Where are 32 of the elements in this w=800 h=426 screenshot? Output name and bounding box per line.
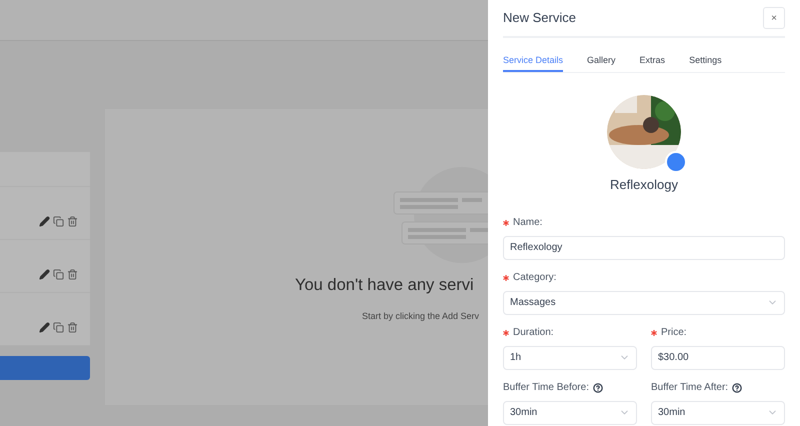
trash-icon[interactable] (67, 216, 78, 227)
field-label: Buffer Time After: (651, 381, 728, 395)
select-field[interactable]: 1h (503, 346, 637, 370)
empty-state-subtitle: Start by clicking the Add Serv (362, 310, 480, 323)
tab[interactable]: Extras (640, 38, 666, 72)
pencil-icon[interactable] (39, 322, 50, 333)
field-label: Category: (513, 271, 556, 285)
input-field[interactable]: $30.00 (651, 346, 785, 370)
tab[interactable]: Settings (689, 38, 722, 72)
select-field[interactable]: Massages (503, 290, 785, 314)
select-field[interactable]: 30min (651, 400, 785, 424)
service-name: Reflexology (610, 176, 678, 194)
copy-icon[interactable] (53, 322, 64, 333)
close-button[interactable]: × (763, 7, 785, 29)
trash-icon[interactable] (67, 322, 78, 333)
tab[interactable]: Service Details (503, 38, 564, 72)
field-label: Name: (513, 216, 542, 230)
field-label: Duration: (513, 326, 554, 340)
field-label: Price: (661, 326, 687, 340)
pencil-icon[interactable] (39, 269, 50, 280)
trash-icon[interactable] (67, 269, 78, 280)
tab[interactable]: Gallery (587, 38, 616, 72)
pencil-icon[interactable] (39, 216, 50, 227)
empty-state-title: You don't have any servi (295, 275, 475, 296)
select-field[interactable]: 30min (503, 400, 637, 424)
drawer-title: New Service (503, 9, 576, 28)
help-icon[interactable] (592, 382, 603, 392)
copy-icon[interactable] (53, 269, 64, 280)
input-field[interactable]: Reflexology (503, 236, 785, 260)
help-icon[interactable] (732, 382, 742, 392)
field-label: Buffer Time Before: (503, 381, 589, 395)
copy-icon[interactable] (53, 216, 64, 227)
